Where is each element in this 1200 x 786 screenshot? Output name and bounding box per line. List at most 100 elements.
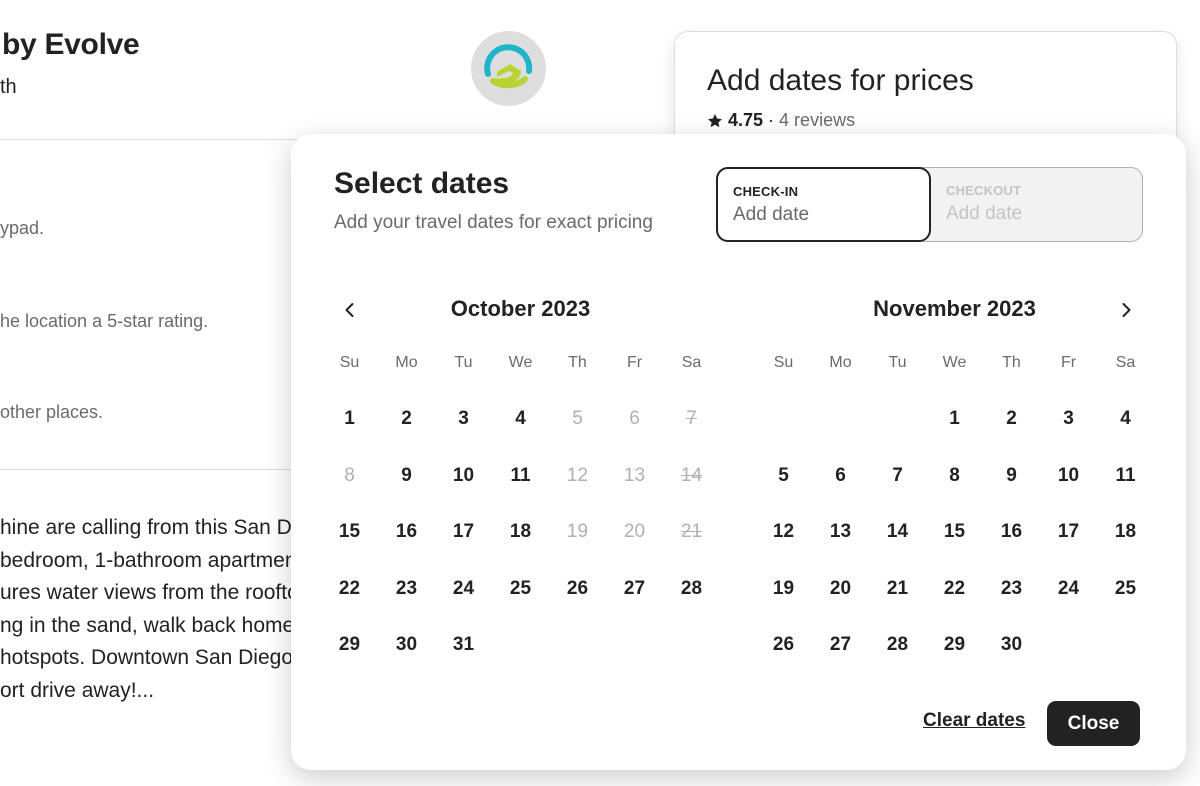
calendar-day[interactable]: 4 [492,391,549,448]
calendar-day: 5 [572,408,583,430]
calendar-day[interactable]: 16 [983,504,1040,561]
calendar-day[interactable]: 11 [1097,448,1154,505]
section-divider [0,139,318,140]
weekday-label: Sa [681,354,702,371]
calendar-day[interactable]: 22 [926,561,983,618]
weekday-label: We [508,354,533,371]
calendar-day[interactable]: 10 [1040,448,1097,505]
calendar-day[interactable]: 17 [435,504,492,561]
weekday-label: Fr [626,354,643,371]
calendar-day[interactable]: 25 [492,561,549,618]
section-divider [0,469,318,470]
calendar-day[interactable]: 19 [755,561,812,618]
calendar-day[interactable]: 15 [321,504,378,561]
weekday-label: Tu [454,354,473,371]
checkin-input[interactable]: Add date [733,204,809,226]
calendar-day[interactable]: 30 [983,617,1040,674]
calendar-day[interactable]: 6 [812,448,869,505]
calendar-day[interactable]: 29 [321,617,378,674]
calendar-day[interactable]: 22 [321,561,378,618]
listing-description: hine are calling from this San Diego bed… [0,512,300,708]
weekday-label: Fr [1060,354,1077,371]
description-line: ort drive away!... [0,678,155,702]
weekday-label: Mo [829,354,852,371]
calendar-day[interactable]: 27 [812,617,869,674]
checkin-label: CHECK-IN [733,184,799,199]
weekday-label: Su [339,354,360,371]
calendar-day[interactable]: 17 [1040,504,1097,561]
star-icon [708,113,722,127]
calendar-day[interactable]: 4 [1097,391,1154,448]
close-button[interactable]: Close [1047,701,1140,746]
date-picker-modal: Select dates Add your travel dates for e… [291,134,1186,770]
calendar-day[interactable]: 1 [321,391,378,448]
calendar-day: 7 [686,408,697,430]
calendar-day[interactable]: 27 [606,561,663,618]
rating-separator: · [768,110,775,130]
checkin-field[interactable]: CHECK-IN Add date [716,167,931,242]
reviews-link[interactable]: 4 reviews [779,110,855,131]
weekday-label: Sa [1115,354,1136,371]
day-grid: 1 2 3 4 5 6 7 8 9 10 11 12 13 14 15 16 17 18 19 20 21 22 23 24 2… [755,391,1154,674]
calendar-day[interactable]: 14 [869,504,926,561]
calendar-day[interactable]: 20 [812,561,869,618]
calendar-day[interactable]: 21 [869,561,926,618]
weekday-header: Su Mo Tu We Th Fr Sa [755,351,1154,375]
calendar-day[interactable]: 23 [378,561,435,618]
host-avatar[interactable] [471,31,546,106]
calendar-day[interactable]: 18 [1097,504,1154,561]
calendar-day: 14 [680,464,703,486]
calendar-day[interactable]: 10 [435,448,492,505]
calendar-day[interactable]: 13 [812,504,869,561]
calendar-day[interactable]: 28 [869,617,926,674]
calendar-day[interactable]: 24 [1040,561,1097,618]
calendar-day[interactable]: 15 [926,504,983,561]
checkout-input[interactable]: Add date [946,203,1022,225]
calendar-day[interactable]: 25 [1097,561,1154,618]
calendar-day[interactable]: 7 [869,448,926,505]
calendar-day[interactable]: 9 [378,448,435,505]
calendar-day[interactable]: 9 [983,448,1040,505]
calendar-day[interactable]: 26 [549,561,606,618]
month-title: November 2023 [873,296,1036,321]
description-line: hotspots. Downtown San Diego [0,646,294,670]
month-title: October 2023 [450,296,591,321]
calendar-day[interactable]: 31 [435,617,492,674]
calendar-day[interactable]: 2 [983,391,1040,448]
calendar-day[interactable]: 12 [755,504,812,561]
calendar-day: 20 [623,521,646,543]
empty-day-cell [755,391,812,448]
calendar-day[interactable]: 3 [435,391,492,448]
calendar-day[interactable]: 2 [378,391,435,448]
calendar-day[interactable]: 24 [435,561,492,618]
weekday-label: Tu [888,354,907,371]
clear-dates-button[interactable]: Clear dates [923,710,1025,732]
calendar-day[interactable]: 11 [492,448,549,505]
rating-row: 4.75 · 4 reviews [707,110,855,131]
calendar-day[interactable]: 23 [983,561,1040,618]
calendar-day[interactable]: 3 [1040,391,1097,448]
description-line: ng in the sand, walk back home [0,613,295,637]
weekday-header: Su Mo Tu We Th Fr Sa [321,351,720,375]
host-title: by Evolve [2,28,140,61]
calendar-day[interactable]: 8 [926,448,983,505]
calendar-day[interactable]: 26 [755,617,812,674]
calendar-day[interactable]: 29 [926,617,983,674]
calendar-day: 13 [623,464,646,486]
calendar-day[interactable]: 18 [492,504,549,561]
weekday-label: Mo [395,354,418,371]
description-line: ures water views from the rooftop [0,581,300,605]
calendar-day[interactable]: 16 [378,504,435,561]
description-line: bedroom, 1-bathroom apartment [0,548,300,572]
weekday-label: Su [773,354,794,371]
calendar-day[interactable]: 30 [378,617,435,674]
description-line: hine are calling from this San Diego [0,516,300,539]
checkout-field[interactable]: CHECKOUT Add date [931,168,1143,241]
calendar-day: 21 [680,521,703,543]
calendar-day[interactable]: 5 [755,448,812,505]
price-card-title: Add dates for prices [707,64,974,97]
date-fields: CHECK-IN Add date CHECKOUT Add date [716,167,1143,242]
checkout-label: CHECKOUT [946,183,1022,198]
calendar-day[interactable]: 28 [663,561,720,618]
calendar-day[interactable]: 1 [926,391,983,448]
